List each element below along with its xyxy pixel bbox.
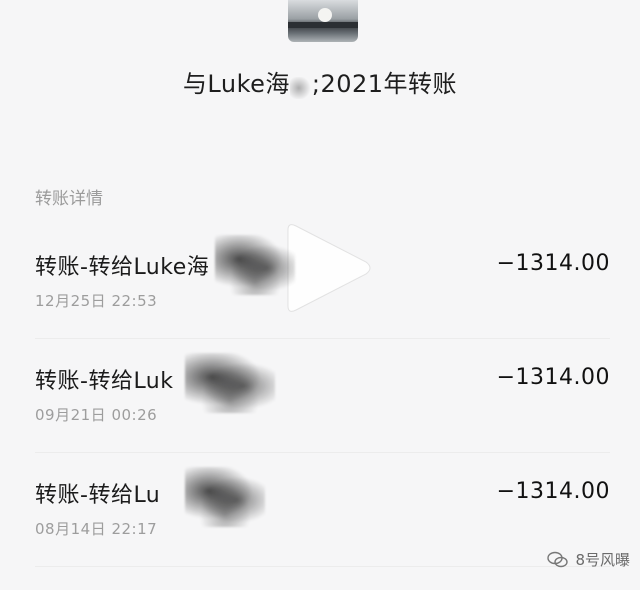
section-label: 转账详情 <box>35 189 103 209</box>
list-item[interactable]: 转账-转给Lu 08月14日 22:17 −1314.00 <box>35 453 610 567</box>
list-item[interactable]: 转账-转给Luke海 12月25日 22:53 −1314.00 <box>35 225 610 339</box>
wechat-icon <box>547 551 569 567</box>
watermark-text: 8号风曝 <box>575 551 630 569</box>
transaction-amount: −1314.00 <box>496 479 610 504</box>
transaction-list: 转账-转给Luke海 12月25日 22:53 −1314.00 转账-转给Lu… <box>0 225 640 567</box>
transaction-amount: −1314.00 <box>496 365 610 390</box>
title-prefix: 与Luke海 <box>182 70 290 98</box>
page-title: 与Luke海 ;2021年转账 <box>0 64 640 99</box>
avatar <box>288 0 358 42</box>
redaction-scribble <box>215 235 295 295</box>
redaction-smudge <box>289 76 312 99</box>
transaction-title: 转账-转给Luk <box>35 369 174 394</box>
watermark: 8号风曝 <box>547 549 630 570</box>
transaction-amount: −1314.00 <box>496 251 610 276</box>
avatar-land-shape <box>288 22 358 28</box>
list-item[interactable]: 转账-转给Luk 09月21日 00:26 −1314.00 <box>35 339 610 453</box>
transaction-time: 12月25日 22:53 <box>35 292 158 310</box>
redaction-scribble <box>185 353 275 413</box>
redaction-scribble <box>185 467 265 527</box>
transaction-time: 09月21日 00:26 <box>35 406 158 424</box>
transaction-title: 转账-转给Lu <box>35 483 161 508</box>
avatar-sun-shape <box>318 8 332 22</box>
transaction-title: 转账-转给Luke海 <box>35 255 210 280</box>
title-suffix: ;2021年转账 <box>311 70 458 98</box>
transaction-time: 08月14日 22:17 <box>35 520 158 538</box>
